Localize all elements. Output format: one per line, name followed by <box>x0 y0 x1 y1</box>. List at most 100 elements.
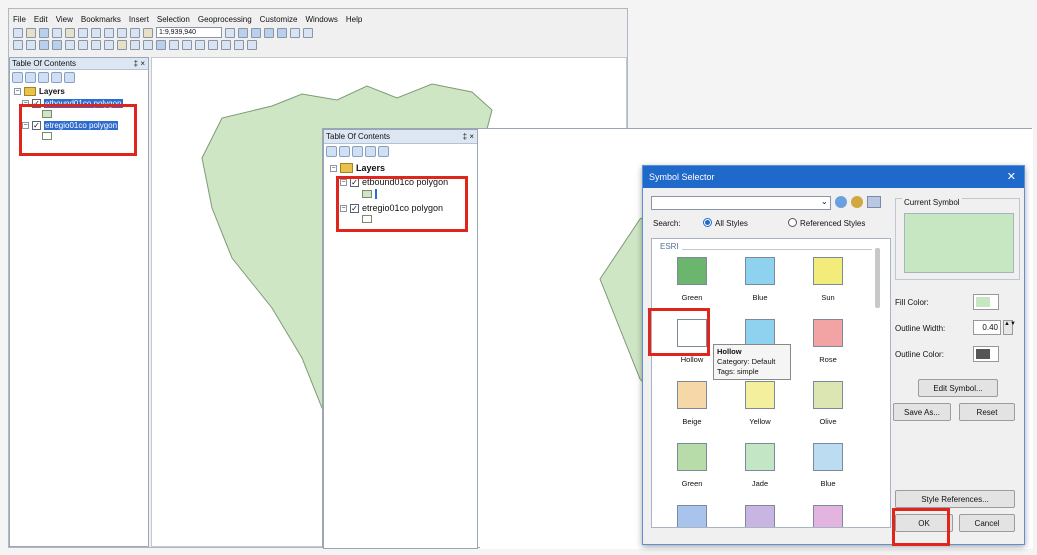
symbol-rose-item[interactable]: Rose <box>798 319 858 364</box>
symbol-beige-item[interactable]: Beige <box>662 381 722 426</box>
fixed-zoom-out-icon[interactable] <box>78 40 88 50</box>
list-by-source-icon[interactable] <box>339 146 350 157</box>
view-mode-icon[interactable] <box>867 196 881 208</box>
identify-icon[interactable] <box>156 40 166 50</box>
find-icon[interactable] <box>208 40 218 50</box>
symbol-yellow-item[interactable]: Yellow <box>730 381 790 426</box>
time-slider-icon[interactable] <box>247 40 257 50</box>
menu-item-edit[interactable]: Edit <box>34 15 48 24</box>
clear-selection-icon[interactable] <box>130 40 140 50</box>
menu-item-insert[interactable]: Insert <box>129 15 149 24</box>
symbol-unlabeled-item[interactable] <box>798 505 858 527</box>
list-by-source-icon[interactable] <box>25 72 36 83</box>
full-extent-icon[interactable] <box>52 40 62 50</box>
delete-icon[interactable] <box>104 27 114 38</box>
toc-icon[interactable] <box>251 27 261 38</box>
symbol-blue-item[interactable]: Blue <box>730 257 790 302</box>
python-icon[interactable] <box>303 27 313 38</box>
symbol-blue-item[interactable]: Blue <box>798 443 858 488</box>
symbol-unlabeled-item[interactable] <box>662 505 722 527</box>
zoom-out-icon[interactable] <box>26 40 36 50</box>
dropdown-icon[interactable] <box>225 27 235 38</box>
editor-icon[interactable] <box>238 27 248 38</box>
list-by-drawing-order-icon[interactable] <box>12 72 23 83</box>
toc-options-icon[interactable] <box>378 146 389 157</box>
menu-item-customize[interactable]: Customize <box>260 15 298 24</box>
select-elements-icon[interactable] <box>143 40 153 50</box>
measure-icon[interactable] <box>195 40 205 50</box>
add-data-icon[interactable] <box>143 27 153 38</box>
symbol-sun-item[interactable]: Sun <box>798 257 858 302</box>
print-icon[interactable] <box>52 27 62 38</box>
outline-color-swatch <box>976 349 990 359</box>
layers-group[interactable]: − Layers <box>14 87 144 96</box>
menu-item-help[interactable]: Help <box>346 15 362 24</box>
symbol-label: Green <box>681 293 703 302</box>
zoom-in-icon[interactable] <box>13 40 23 50</box>
edit-symbol-button[interactable]: Edit Symbol... <box>918 379 998 397</box>
search-window-icon[interactable] <box>277 27 287 38</box>
select-features-icon[interactable] <box>117 40 127 50</box>
cancel-button[interactable]: Cancel <box>959 514 1015 532</box>
list-by-visibility-icon[interactable] <box>352 146 363 157</box>
find-route-icon[interactable] <box>221 40 231 50</box>
search-icon[interactable] <box>835 196 847 208</box>
menu-item-geoprocessing[interactable]: Geoprocessing <box>198 15 252 24</box>
highlight-box-layers-second <box>336 176 468 232</box>
dropdown-arrow-icon[interactable]: ⌄ <box>821 197 828 206</box>
radio-referenced-styles[interactable] <box>788 218 797 227</box>
search-options-icon[interactable] <box>851 196 863 208</box>
toc-options-icon[interactable] <box>64 72 75 83</box>
symbol-jade-item[interactable]: Jade <box>730 443 790 488</box>
hyperlink-icon[interactable] <box>169 40 179 50</box>
list-by-selection-icon[interactable] <box>51 72 62 83</box>
menu-item-bookmarks[interactable]: Bookmarks <box>81 15 121 24</box>
open-icon[interactable] <box>26 27 36 38</box>
copy-icon[interactable] <box>78 27 88 38</box>
symbol-olive-item[interactable]: Olive <box>798 381 858 426</box>
new-icon[interactable] <box>13 27 23 38</box>
goto-xy-icon[interactable] <box>234 40 244 50</box>
collapse-icon[interactable]: − <box>330 164 337 172</box>
symbol-green-item[interactable]: Green <box>662 257 722 302</box>
toc-pin-close[interactable]: ‡ × <box>463 132 477 141</box>
paste-icon[interactable] <box>91 27 101 38</box>
dialog-title-bar: Symbol Selector ✕ <box>643 166 1024 188</box>
menu-item-windows[interactable]: Windows <box>305 15 337 24</box>
fixed-zoom-in-icon[interactable] <box>65 40 75 50</box>
list-by-drawing-order-icon[interactable] <box>326 146 337 157</box>
html-popup-icon[interactable] <box>182 40 192 50</box>
symbol-green-item[interactable]: Green <box>662 443 722 488</box>
radio-all-styles[interactable] <box>703 218 712 227</box>
forward-icon[interactable] <box>104 40 114 50</box>
layers-group[interactable]: − Layers <box>330 163 471 173</box>
redo-icon[interactable] <box>130 27 140 38</box>
menu-item-view[interactable]: View <box>56 15 73 24</box>
menu-item-file[interactable]: File <box>13 15 26 24</box>
pan-icon[interactable] <box>39 40 49 50</box>
radio-referenced-styles-label: Referenced Styles <box>800 219 866 228</box>
reset-button[interactable]: Reset <box>959 403 1015 421</box>
style-references-button[interactable]: Style References... <box>895 490 1015 508</box>
list-by-selection-icon[interactable] <box>365 146 376 157</box>
map-scale-input[interactable]: 1:9,939,940 <box>156 27 222 38</box>
close-icon[interactable]: ✕ <box>1007 166 1016 188</box>
save-icon[interactable] <box>39 27 49 38</box>
list-by-visibility-icon[interactable] <box>38 72 49 83</box>
save-as-button[interactable]: Save As... <box>893 403 951 421</box>
outline-width-input[interactable]: 0.40 <box>973 320 1001 335</box>
outline-color-picker[interactable] <box>973 346 999 362</box>
cut-icon[interactable] <box>65 27 75 38</box>
collapse-icon[interactable]: − <box>14 88 21 95</box>
undo-icon[interactable] <box>117 27 127 38</box>
menu-item-selection[interactable]: Selection <box>157 15 190 24</box>
symbol-search-input[interactable] <box>651 196 831 210</box>
back-icon[interactable] <box>91 40 101 50</box>
gallery-scrollbar[interactable] <box>875 248 880 308</box>
toc-pin-close[interactable]: ‡ × <box>134 59 148 68</box>
fill-color-picker[interactable] <box>973 294 999 310</box>
symbol-unlabeled-item[interactable] <box>730 505 790 527</box>
outline-width-spinner[interactable]: ▲▼ <box>1003 320 1016 335</box>
arctoolbox-icon[interactable] <box>290 27 300 38</box>
catalog-icon[interactable] <box>264 27 274 38</box>
